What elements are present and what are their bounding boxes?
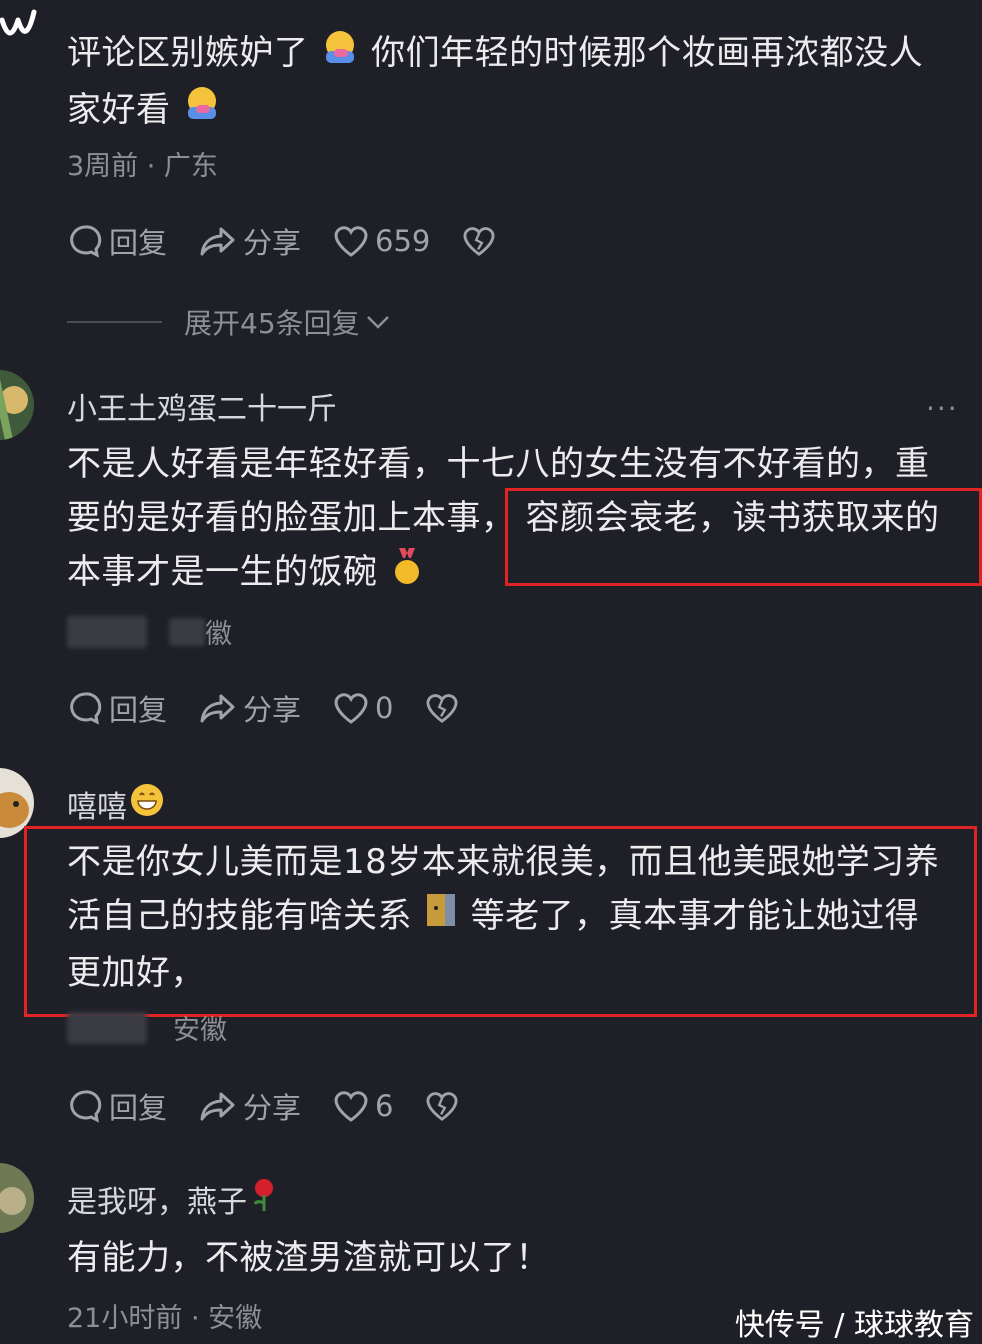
comment-bubble-icon	[70, 1090, 102, 1123]
avatar[interactable]	[0, 370, 34, 440]
like-button[interactable]: 6	[333, 1085, 393, 1127]
comment-1-actions: 回复 分享 659	[67, 220, 502, 262]
comment-bubble-icon	[70, 225, 102, 258]
more-options-icon[interactable]: ···	[926, 392, 959, 425]
heart-icon	[334, 1091, 368, 1122]
dislike-button[interactable]	[462, 220, 502, 262]
reply-button[interactable]: 回复	[67, 1085, 167, 1127]
grin-emoji-icon	[129, 782, 165, 826]
partial-logo-icon	[0, 6, 40, 46]
reply-button[interactable]: 回复	[67, 220, 167, 262]
share-arrow-icon	[200, 1092, 235, 1121]
broken-heart-icon	[426, 1092, 459, 1121]
like-button[interactable]: 659	[333, 220, 430, 262]
comment-2-actions: 回复 分享 0	[67, 687, 465, 729]
divider-line	[67, 321, 162, 323]
rose-emoji-icon	[251, 1177, 277, 1221]
comment-2-author[interactable]: 小王土鸡蛋二十一斤	[67, 384, 337, 428]
broken-heart-icon	[426, 694, 459, 723]
watermark: 快传号 / 球球教育	[734, 1308, 974, 1343]
blurred-meta	[67, 615, 147, 648]
dislike-button[interactable]	[425, 687, 465, 729]
comment-3-meta: 安徽	[67, 1008, 227, 1047]
comment-1-text: 评论区别嫉妒了 你们年轻的时候那个妆画再浓都没人 家好看	[67, 26, 947, 139]
highlight-box	[505, 488, 982, 586]
share-button[interactable]: 分享	[199, 687, 301, 729]
share-button[interactable]: 分享	[199, 220, 301, 262]
hug-emoji-icon	[182, 83, 222, 139]
blurred-meta	[67, 1011, 147, 1044]
comment-3-actions: 回复 分享 6	[67, 1085, 465, 1127]
comment-4-text: 有能力，不被渣男渣就可以了！	[67, 1238, 550, 1278]
dislike-button[interactable]	[425, 1085, 465, 1127]
expand-replies[interactable]: 展开45条回复	[67, 302, 392, 342]
heart-icon	[334, 226, 368, 257]
share-button[interactable]: 分享	[199, 1085, 301, 1127]
comment-bubble-icon	[70, 692, 102, 725]
comment-4-author[interactable]: 是我呀，燕子	[67, 1177, 277, 1221]
medal-emoji-icon	[389, 546, 425, 602]
share-arrow-icon	[200, 227, 235, 256]
heart-icon	[334, 693, 368, 724]
reply-button[interactable]: 回复	[67, 687, 167, 729]
comment-1-meta: 3周前 · 广东	[67, 151, 218, 182]
like-button[interactable]: 0	[333, 687, 393, 729]
chevron-down-icon	[366, 316, 389, 329]
share-arrow-icon	[200, 694, 235, 723]
comment-3-author[interactable]: 嘻嘻	[67, 782, 165, 826]
blurred-meta	[169, 617, 205, 646]
highlight-box	[24, 826, 977, 1017]
avatar[interactable]	[0, 1163, 34, 1233]
comment-4-meta: 21小时前 · 安徽	[67, 1303, 263, 1334]
comment-2-meta: 徽	[67, 612, 232, 651]
hug-emoji-icon	[320, 27, 360, 83]
broken-heart-icon	[463, 227, 495, 256]
